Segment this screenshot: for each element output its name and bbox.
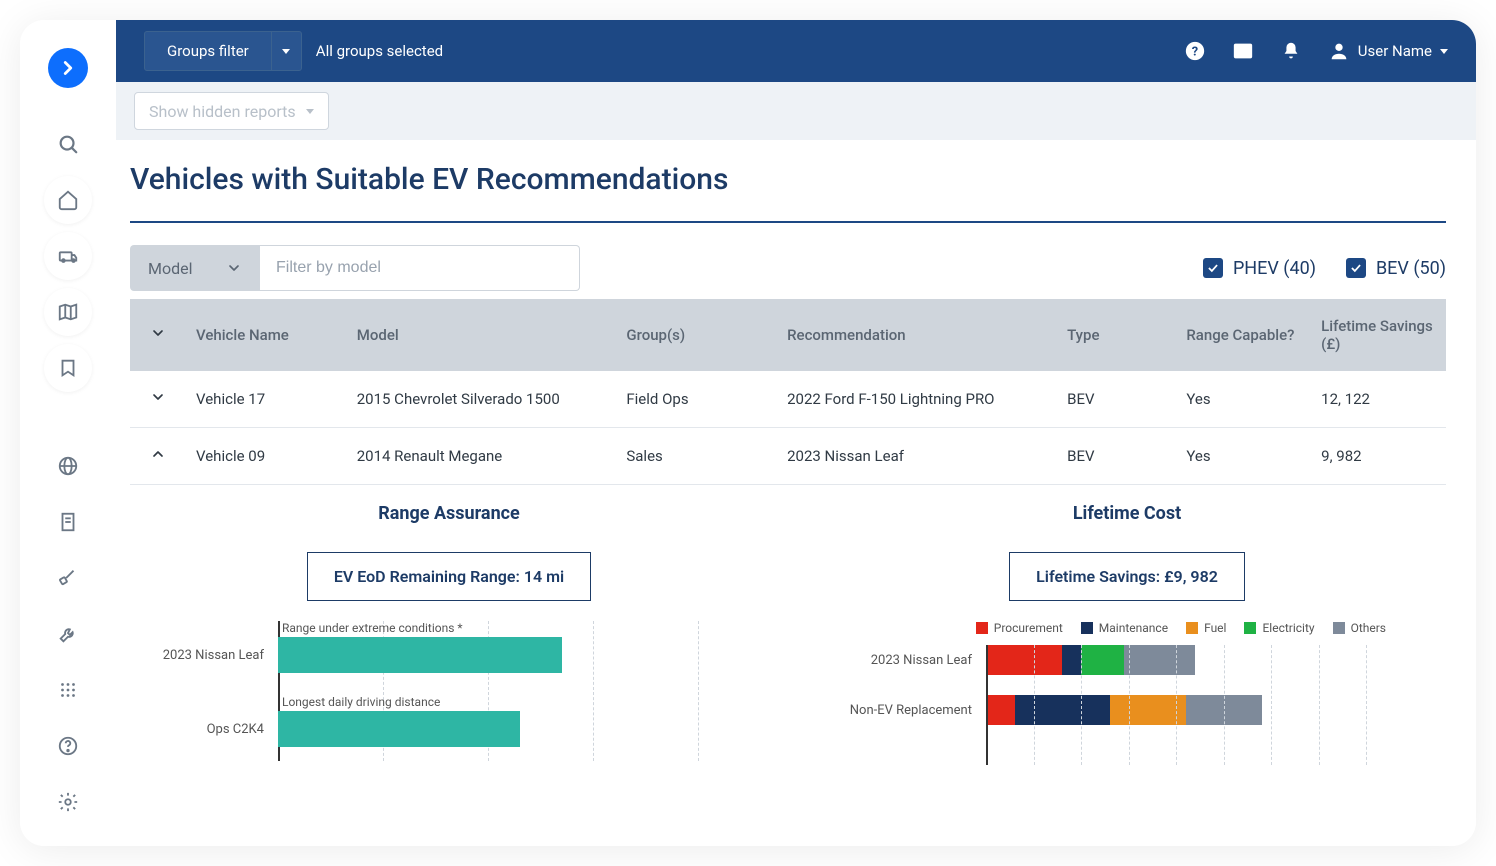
chevron-down-icon	[306, 109, 314, 114]
user-menu[interactable]: User Name	[1328, 40, 1448, 62]
vehicles-icon[interactable]	[44, 232, 92, 280]
chevron-down-icon[interactable]	[150, 325, 166, 341]
home-icon[interactable]	[44, 176, 92, 224]
chart-category: Non-EV Replacement	[808, 703, 986, 718]
swatch-maintenance	[1081, 622, 1093, 634]
model-filter-input[interactable]	[260, 245, 580, 291]
model-filter-label: Model	[148, 259, 193, 278]
cell-group: Field Ops	[616, 371, 777, 428]
bev-checkbox[interactable]: BEV (50)	[1346, 258, 1446, 279]
cell-range: Yes	[1176, 428, 1311, 485]
search-icon[interactable]	[44, 120, 92, 168]
settings-icon[interactable]	[44, 778, 92, 826]
chart-category: 2023 Nissan Leaf	[808, 653, 986, 668]
cell-vehicle-name: Vehicle 09	[186, 428, 347, 485]
chevron-up-icon[interactable]	[150, 446, 166, 462]
cost-segment	[1081, 645, 1124, 675]
bell-icon[interactable]	[1280, 40, 1302, 62]
map-icon[interactable]	[44, 288, 92, 336]
cell-savings: 9, 982	[1311, 428, 1446, 485]
lifetime-cost-title: Lifetime Cost	[1073, 503, 1181, 524]
globe-icon[interactable]	[44, 442, 92, 490]
cell-type: BEV	[1057, 428, 1176, 485]
cost-legend: Procurement Maintenance Fuel Electricity…	[976, 621, 1446, 635]
phev-label: PHEV (40)	[1233, 258, 1316, 279]
table-row[interactable]: Vehicle 092014 Renault MeganeSales2023 N…	[130, 428, 1446, 485]
th-savings: Lifetime Savings (£)	[1311, 299, 1446, 371]
bar-caption: Longest daily driving distance	[282, 695, 440, 709]
chevron-down-icon	[226, 260, 242, 276]
user-icon	[1328, 40, 1350, 62]
vehicles-table: Vehicle Name Model Group(s) Recommendati…	[130, 299, 1446, 485]
range-bar	[278, 711, 520, 747]
chart-category: 2023 Nissan Leaf	[130, 648, 278, 663]
cost-chart: 2023 Nissan Leaf Non-EV Replacement	[808, 645, 1446, 765]
help-circle-icon[interactable]: ?	[1184, 40, 1206, 62]
th-range: Range Capable?	[1176, 299, 1311, 371]
cost-segment	[1062, 645, 1081, 675]
help-icon[interactable]	[44, 722, 92, 770]
bar-caption: Range under extreme conditions *	[282, 621, 463, 635]
cost-segment	[986, 695, 1015, 725]
mail-icon[interactable]	[1232, 40, 1254, 62]
receipt-icon[interactable]	[44, 498, 92, 546]
hidden-reports-label: Show hidden reports	[149, 102, 296, 121]
th-model: Model	[347, 299, 617, 371]
check-icon	[1346, 258, 1366, 278]
chevron-down-icon[interactable]	[150, 389, 166, 405]
diagnostics-icon[interactable]	[44, 554, 92, 602]
row-detail: Range Assurance EV EoD Remaining Range: …	[130, 485, 1446, 765]
cell-model: 2015 Chevrolet Silverado 1500	[347, 371, 617, 428]
cost-segment	[986, 645, 1062, 675]
th-recommendation: Recommendation	[777, 299, 1057, 371]
svg-text:?: ?	[1192, 45, 1198, 60]
range-chart: 2023 Nissan Leaf Range under extreme cond…	[130, 621, 768, 761]
cell-vehicle-name: Vehicle 17	[186, 371, 347, 428]
groups-filter-dropdown[interactable]: Groups filter	[144, 31, 302, 71]
cost-kpi: Lifetime Savings: £9, 982	[1009, 552, 1245, 601]
range-assurance-panel: Range Assurance EV EoD Remaining Range: …	[130, 503, 768, 765]
swatch-procurement	[976, 622, 988, 634]
table-row[interactable]: Vehicle 172015 Chevrolet Silverado 1500F…	[130, 371, 1446, 428]
grid-icon[interactable]	[44, 666, 92, 714]
wrench-icon[interactable]	[44, 610, 92, 658]
range-bar	[278, 637, 562, 673]
th-group: Group(s)	[616, 299, 777, 371]
cell-model: 2014 Renault Megane	[347, 428, 617, 485]
user-name: User Name	[1358, 42, 1432, 60]
cost-segment	[1015, 695, 1110, 725]
swatch-others	[1333, 622, 1345, 634]
sub-header: Show hidden reports	[116, 82, 1476, 140]
range-kpi: EV EoD Remaining Range: 14 mi	[307, 552, 591, 601]
cell-recommendation: 2023 Nissan Leaf	[777, 428, 1057, 485]
show-hidden-reports-button[interactable]: Show hidden reports	[134, 92, 329, 130]
model-filter-dropdown[interactable]: Model	[130, 245, 260, 291]
cell-group: Sales	[616, 428, 777, 485]
swatch-electricity	[1244, 622, 1256, 634]
chevron-down-icon	[1440, 49, 1448, 54]
groups-selected-text: All groups selected	[316, 42, 443, 60]
top-header: Groups filter All groups selected ? User…	[116, 20, 1476, 82]
swatch-fuel	[1186, 622, 1198, 634]
check-icon	[1203, 258, 1223, 278]
phev-checkbox[interactable]: PHEV (40)	[1203, 258, 1316, 279]
sidebar	[20, 20, 116, 846]
groups-filter-label: Groups filter	[145, 42, 271, 60]
cost-segment	[1110, 695, 1186, 725]
lifetime-cost-panel: Lifetime Cost Lifetime Savings: £9, 982 …	[808, 503, 1446, 765]
cost-segment	[1124, 645, 1195, 675]
page-title: Vehicles with Suitable EV Recommendation…	[130, 162, 1446, 223]
cell-type: BEV	[1057, 371, 1176, 428]
range-assurance-title: Range Assurance	[378, 503, 520, 524]
th-type: Type	[1057, 299, 1176, 371]
cell-range: Yes	[1176, 371, 1311, 428]
cell-recommendation: 2022 Ford F-150 Lightning PRO	[777, 371, 1057, 428]
bookmark-icon[interactable]	[44, 344, 92, 392]
expand-sidebar-button[interactable]	[48, 48, 88, 88]
bev-label: BEV (50)	[1376, 258, 1446, 279]
th-vehicle-name: Vehicle Name	[186, 299, 347, 371]
chart-category: Ops C2K4	[130, 722, 278, 737]
chevron-down-icon[interactable]	[271, 32, 301, 70]
cell-savings: 12, 122	[1311, 371, 1446, 428]
